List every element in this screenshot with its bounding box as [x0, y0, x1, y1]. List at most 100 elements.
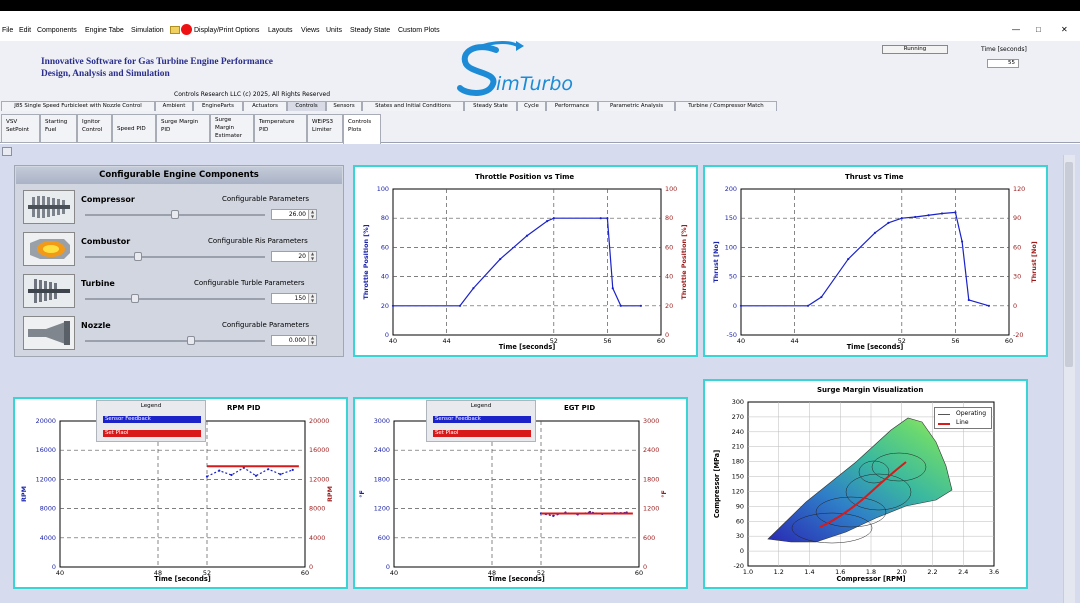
surge-ylabel: Compressor [MPa]	[713, 450, 721, 518]
svg-throttle-xtick-label: 40	[389, 337, 397, 345]
tab-ambient[interactable]: Ambient	[155, 101, 193, 111]
app-title-line1: Innovative Software for Gas Turbine Engi…	[41, 57, 273, 67]
tab-speed-pid-label: Speed PID	[117, 126, 146, 132]
tab-vsv-label: VSV SetPoint	[6, 119, 30, 133]
tab-surge-margin-pid[interactable]: Surge Margin PID	[156, 114, 210, 143]
tab-states[interactable]: States and Initial Conditions	[362, 101, 464, 111]
menu-file[interactable]: File	[2, 27, 13, 34]
record-icon[interactable]	[181, 24, 192, 35]
panel-toggle-button[interactable]	[2, 147, 12, 156]
surge-ytick-label: 0	[740, 547, 744, 555]
nozzle-slider-track[interactable]	[85, 340, 265, 342]
tab-starting-fuel[interactable]: Starting Fuel	[40, 114, 77, 143]
nozzle-image	[23, 316, 75, 350]
surge-xtick-label: 2.4	[958, 568, 968, 576]
spinner-arrows-icon[interactable]: ▲ ▼	[308, 209, 316, 219]
svg-egt-point	[552, 514, 555, 517]
tab-surge-estimater[interactable]: Surge Margin Estimater	[210, 114, 254, 143]
tab-surge-est-label: Surge Margin Estimater	[215, 117, 243, 139]
simturbo-logo: imTurbo	[456, 38, 598, 100]
tab-engine[interactable]: J85 Single Speed Furbicleet with Nozzle …	[1, 101, 155, 111]
tab-actuators[interactable]: Actuators	[243, 101, 287, 111]
menu-display-print[interactable]: Display/Print Options	[194, 27, 259, 34]
compressor-slider-knob[interactable]	[171, 210, 179, 219]
svg-egt-ytick-right: 3000	[643, 417, 659, 425]
svg-thrust-ytick-right: 120	[1013, 185, 1025, 193]
svg-egt-ylabel-left: °F	[358, 490, 366, 498]
tab-turbine-compressor[interactable]: Turbine / Compressor Match	[675, 101, 777, 111]
menu-custom-plots[interactable]: Custom Plots	[398, 27, 440, 34]
app-title-line2: Design, Analysis and Simulation	[41, 69, 170, 79]
thrust-chart-svg: 40 44 52 56 60200 120150 90100 6050 300 0-50 -20Ti…	[712, 185, 1038, 351]
config-panel-title: Configurable Engine Components	[16, 167, 342, 184]
surge-xtick-label: 2.2	[927, 568, 937, 576]
scrollbar-thumb[interactable]	[1065, 162, 1073, 367]
nozzle-spinner[interactable]: 0.000 ▲ ▼	[271, 335, 317, 346]
nozzle-slider-knob[interactable]	[187, 336, 195, 345]
svg-thrust-ytick-right: -20	[1013, 331, 1023, 339]
svg-throttle-ytick-right: 60	[665, 243, 673, 251]
tab-temperature-pid[interactable]: Temperature PID	[254, 114, 307, 143]
menu-simulation[interactable]: Simulation	[131, 27, 164, 34]
svg-rpm-xtick-label: 40	[56, 569, 64, 577]
svg-thrust-ylabel-right: Thrust [No]	[1030, 241, 1038, 282]
menu-views[interactable]: Views	[301, 27, 320, 34]
combustor-param-label: Configurable Ris Parameters	[208, 237, 308, 245]
spinner-arrows-icon[interactable]: ▲ ▼	[308, 251, 316, 261]
compressor-spinner[interactable]: 26.00 ▲ ▼	[271, 209, 317, 220]
svg-throttle-ytick-left: 100	[377, 185, 389, 193]
svg-throttle-ytick-left: 80	[381, 214, 389, 222]
close-icon[interactable]: ✕	[1061, 25, 1068, 34]
svg-thrust-point	[967, 298, 970, 302]
tab-controls[interactable]: Controls	[287, 101, 326, 111]
maximize-icon[interactable]: □	[1036, 25, 1041, 34]
menu-components[interactable]: Components	[37, 27, 77, 34]
menu-steady-state[interactable]: Steady State	[350, 27, 390, 34]
combustor-slider-track[interactable]	[85, 256, 265, 258]
combustor-spinner[interactable]: 20 ▲ ▼	[271, 251, 317, 262]
svg-egt-ytick-right: 2400	[643, 446, 659, 454]
surge-xtick-label: 3.6	[989, 568, 999, 576]
menu-units[interactable]: Units	[326, 27, 342, 34]
svg-thrust-xtick-label: 56	[951, 337, 959, 345]
surge-ytick-label: 150	[732, 473, 744, 481]
combustor-slider-knob[interactable]	[134, 252, 142, 261]
tab-controls-plots[interactable]: Controls Plots	[343, 114, 381, 144]
tab-sensors[interactable]: Sensors	[326, 101, 362, 111]
svg-egt-ytick-left: 1200	[374, 505, 390, 513]
tab-vsv-setpoint[interactable]: VSV SetPoint	[1, 114, 40, 143]
svg-throttle-point	[611, 287, 614, 290]
tab-speed-pid[interactable]: Speed PID	[112, 114, 156, 143]
menu-edit[interactable]: Edit	[19, 27, 31, 34]
copyright-text: Controls Research LLC (c) 2025, All Righ…	[174, 91, 331, 98]
svg-throttle-point	[546, 220, 549, 223]
svg-thrust-point	[873, 231, 877, 234]
surge-legend-line-swatch	[938, 423, 950, 425]
tab-parametric[interactable]: Parametric Analysis	[598, 101, 675, 111]
svg-rpm-ytick-left: 8000	[40, 505, 56, 513]
svg-thrust-xtick-label: 40	[737, 337, 745, 345]
tab-cycle[interactable]: Cycle	[517, 101, 546, 111]
svg-throttle-point	[458, 304, 462, 307]
svg-thrust-ytick-left: 100	[725, 243, 737, 251]
turbine-spinner[interactable]: 150 ▲ ▼	[271, 293, 317, 304]
spinner-arrows-icon[interactable]: ▲ ▼	[308, 293, 316, 303]
tab-performance[interactable]: Performance	[546, 101, 598, 111]
spinner-arrows-icon[interactable]: ▲ ▼	[308, 335, 316, 345]
svg-rpm-ytick-left: 16000	[36, 446, 56, 454]
menu-engine-tabe[interactable]: Engine Tabe	[85, 27, 124, 34]
tab-steady-state[interactable]: Steady State	[464, 101, 517, 111]
tab-weips3-limiter[interactable]: WEiPS3 Limiter	[307, 114, 343, 143]
menu-layouts[interactable]: Layouts	[268, 27, 293, 34]
menu-bar: File Edit Components Engine Tabe Simulat…	[0, 11, 1080, 41]
tab-engineparts[interactable]: EngineParts	[193, 101, 243, 111]
folder-icon[interactable]	[170, 26, 180, 34]
surge-ytick-label: 60	[736, 517, 744, 525]
tab-ignitor-control[interactable]: Ignitor Control	[77, 114, 112, 143]
svg-egt-ytick-right: 1200	[643, 505, 659, 513]
minimize-icon[interactable]: —	[1012, 25, 1020, 34]
tab-temp-pid-label: Temperature PID	[259, 119, 295, 133]
turbine-slider-track[interactable]	[85, 298, 265, 300]
combustor-image	[23, 232, 75, 266]
turbine-slider-knob[interactable]	[131, 294, 139, 303]
